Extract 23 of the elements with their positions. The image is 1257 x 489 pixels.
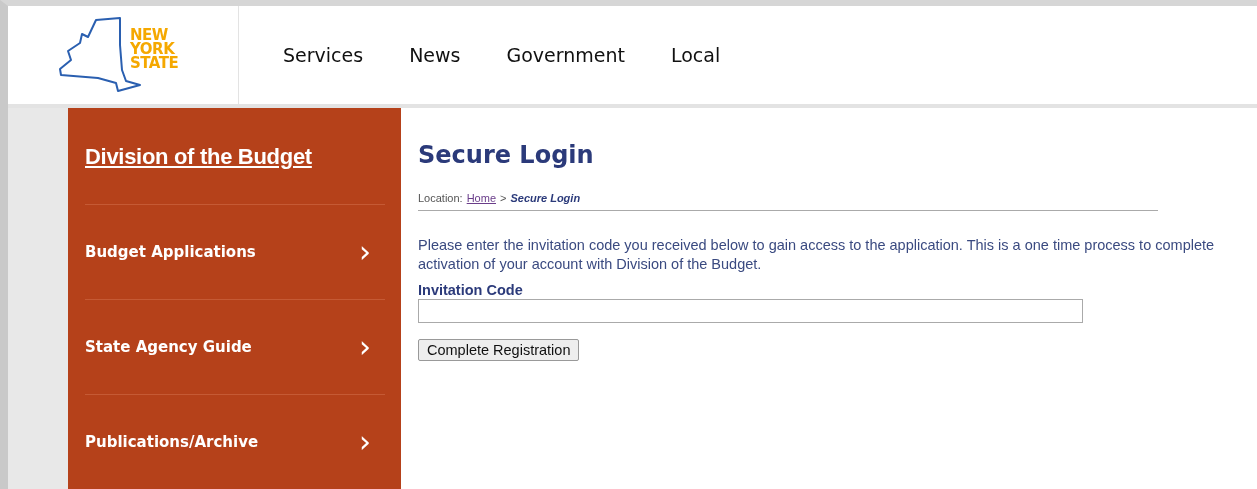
sidebar-item[interactable]: Budget Applications bbox=[85, 243, 256, 261]
chevron-icon[interactable]: › bbox=[359, 237, 371, 267]
nav-link[interactable]: News bbox=[409, 44, 461, 67]
chevron-icon[interactable]: › bbox=[359, 332, 371, 362]
sidebar-item[interactable]: State Agency Guide bbox=[85, 338, 252, 356]
nav-link[interactable]: Local bbox=[670, 44, 721, 67]
input-field[interactable] bbox=[418, 299, 1083, 323]
submit-button[interactable]: Complete Registration bbox=[418, 339, 580, 361]
logo-text: NEW bbox=[130, 28, 168, 43]
chevron-icon[interactable]: › bbox=[359, 427, 371, 457]
breadcrumb-separator: > bbox=[500, 192, 507, 204]
intro-text: Please enter the invitation code you received below to gain access to the application. This is a one time process to complete activation of your account with Division of the Budget. bbox=[418, 236, 1216, 274]
page-title: Secure Login bbox=[418, 141, 595, 169]
breadcrumb-label: Location: bbox=[418, 192, 463, 204]
nav-link[interactable]: Government bbox=[506, 44, 625, 67]
sidebar-item[interactable]: Publications/Archive bbox=[85, 433, 259, 451]
sidebar-title[interactable]: Division of the Budget bbox=[85, 144, 385, 170]
breadcrumb-link[interactable]: Home bbox=[466, 192, 496, 204]
logo-text: YORK bbox=[130, 42, 175, 57]
nav-link[interactable]: Services bbox=[283, 44, 364, 67]
logo-text: STATE bbox=[130, 56, 179, 71]
breadcrumb-current: Secure Login bbox=[510, 192, 581, 204]
field-label: Invitation Code bbox=[418, 282, 524, 298]
